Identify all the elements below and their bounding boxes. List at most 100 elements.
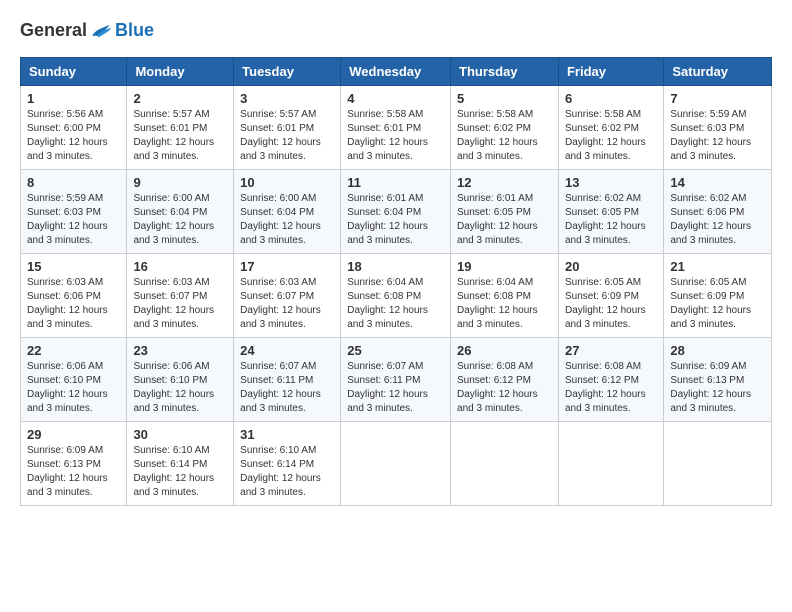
day-number: 6 — [565, 91, 657, 106]
day-info: Sunrise: 6:03 AM Sunset: 6:07 PM Dayligh… — [240, 276, 334, 332]
day-cell: 30 Sunrise: 6:10 AM Sunset: 6:14 PM Dayl… — [127, 422, 234, 506]
day-header-tuesday: Tuesday — [234, 58, 341, 86]
day-cell: 3 Sunrise: 5:57 AM Sunset: 6:01 PM Dayli… — [234, 86, 341, 170]
day-cell: 20 Sunrise: 6:05 AM Sunset: 6:09 PM Dayl… — [558, 254, 663, 338]
day-number: 17 — [240, 259, 334, 274]
day-cell: 21 Sunrise: 6:05 AM Sunset: 6:09 PM Dayl… — [664, 254, 772, 338]
day-info: Sunrise: 5:58 AM Sunset: 6:02 PM Dayligh… — [565, 108, 657, 164]
day-number: 23 — [133, 343, 227, 358]
day-info: Sunrise: 6:03 AM Sunset: 6:06 PM Dayligh… — [27, 276, 120, 332]
day-cell: 7 Sunrise: 5:59 AM Sunset: 6:03 PM Dayli… — [664, 86, 772, 170]
week-row-5: 29 Sunrise: 6:09 AM Sunset: 6:13 PM Dayl… — [21, 422, 772, 506]
day-info: Sunrise: 6:10 AM Sunset: 6:14 PM Dayligh… — [240, 444, 334, 500]
day-info: Sunrise: 5:57 AM Sunset: 6:01 PM Dayligh… — [133, 108, 227, 164]
day-info: Sunrise: 6:09 AM Sunset: 6:13 PM Dayligh… — [670, 360, 765, 416]
day-number: 12 — [457, 175, 552, 190]
day-number: 11 — [347, 175, 444, 190]
day-header-friday: Friday — [558, 58, 663, 86]
day-cell: 8 Sunrise: 5:59 AM Sunset: 6:03 PM Dayli… — [21, 170, 127, 254]
day-cell — [558, 422, 663, 506]
day-info: Sunrise: 6:06 AM Sunset: 6:10 PM Dayligh… — [27, 360, 120, 416]
day-info: Sunrise: 6:05 AM Sunset: 6:09 PM Dayligh… — [565, 276, 657, 332]
logo-bird-icon — [89, 21, 113, 41]
week-row-3: 15 Sunrise: 6:03 AM Sunset: 6:06 PM Dayl… — [21, 254, 772, 338]
day-number: 13 — [565, 175, 657, 190]
day-info: Sunrise: 5:58 AM Sunset: 6:02 PM Dayligh… — [457, 108, 552, 164]
day-info: Sunrise: 6:05 AM Sunset: 6:09 PM Dayligh… — [670, 276, 765, 332]
day-number: 4 — [347, 91, 444, 106]
day-cell: 14 Sunrise: 6:02 AM Sunset: 6:06 PM Dayl… — [664, 170, 772, 254]
days-header-row: SundayMondayTuesdayWednesdayThursdayFrid… — [21, 58, 772, 86]
day-cell: 22 Sunrise: 6:06 AM Sunset: 6:10 PM Dayl… — [21, 338, 127, 422]
day-info: Sunrise: 6:01 AM Sunset: 6:05 PM Dayligh… — [457, 192, 552, 248]
day-header-wednesday: Wednesday — [341, 58, 451, 86]
day-cell: 11 Sunrise: 6:01 AM Sunset: 6:04 PM Dayl… — [341, 170, 451, 254]
day-cell: 6 Sunrise: 5:58 AM Sunset: 6:02 PM Dayli… — [558, 86, 663, 170]
day-info: Sunrise: 6:00 AM Sunset: 6:04 PM Dayligh… — [240, 192, 334, 248]
day-info: Sunrise: 5:59 AM Sunset: 6:03 PM Dayligh… — [27, 192, 120, 248]
week-row-1: 1 Sunrise: 5:56 AM Sunset: 6:00 PM Dayli… — [21, 86, 772, 170]
day-info: Sunrise: 5:59 AM Sunset: 6:03 PM Dayligh… — [670, 108, 765, 164]
day-number: 24 — [240, 343, 334, 358]
day-number: 21 — [670, 259, 765, 274]
day-header-thursday: Thursday — [451, 58, 559, 86]
day-number: 19 — [457, 259, 552, 274]
day-info: Sunrise: 6:04 AM Sunset: 6:08 PM Dayligh… — [457, 276, 552, 332]
day-cell: 12 Sunrise: 6:01 AM Sunset: 6:05 PM Dayl… — [451, 170, 559, 254]
day-number: 20 — [565, 259, 657, 274]
day-cell: 25 Sunrise: 6:07 AM Sunset: 6:11 PM Dayl… — [341, 338, 451, 422]
day-info: Sunrise: 6:04 AM Sunset: 6:08 PM Dayligh… — [347, 276, 444, 332]
day-cell: 10 Sunrise: 6:00 AM Sunset: 6:04 PM Dayl… — [234, 170, 341, 254]
day-number: 31 — [240, 427, 334, 442]
header: General Blue — [20, 20, 772, 41]
day-number: 9 — [133, 175, 227, 190]
day-info: Sunrise: 6:02 AM Sunset: 6:05 PM Dayligh… — [565, 192, 657, 248]
week-row-4: 22 Sunrise: 6:06 AM Sunset: 6:10 PM Dayl… — [21, 338, 772, 422]
day-cell — [664, 422, 772, 506]
day-info: Sunrise: 6:06 AM Sunset: 6:10 PM Dayligh… — [133, 360, 227, 416]
day-number: 29 — [27, 427, 120, 442]
week-row-2: 8 Sunrise: 5:59 AM Sunset: 6:03 PM Dayli… — [21, 170, 772, 254]
day-cell: 18 Sunrise: 6:04 AM Sunset: 6:08 PM Dayl… — [341, 254, 451, 338]
day-number: 15 — [27, 259, 120, 274]
day-number: 2 — [133, 91, 227, 106]
day-cell: 17 Sunrise: 6:03 AM Sunset: 6:07 PM Dayl… — [234, 254, 341, 338]
day-number: 7 — [670, 91, 765, 106]
day-cell — [341, 422, 451, 506]
day-header-monday: Monday — [127, 58, 234, 86]
day-number: 5 — [457, 91, 552, 106]
day-info: Sunrise: 5:56 AM Sunset: 6:00 PM Dayligh… — [27, 108, 120, 164]
day-cell — [451, 422, 559, 506]
day-cell: 23 Sunrise: 6:06 AM Sunset: 6:10 PM Dayl… — [127, 338, 234, 422]
day-header-saturday: Saturday — [664, 58, 772, 86]
day-info: Sunrise: 5:58 AM Sunset: 6:01 PM Dayligh… — [347, 108, 444, 164]
day-info: Sunrise: 6:03 AM Sunset: 6:07 PM Dayligh… — [133, 276, 227, 332]
day-cell: 29 Sunrise: 6:09 AM Sunset: 6:13 PM Dayl… — [21, 422, 127, 506]
day-number: 10 — [240, 175, 334, 190]
day-number: 28 — [670, 343, 765, 358]
logo: General Blue — [20, 20, 154, 41]
day-cell: 19 Sunrise: 6:04 AM Sunset: 6:08 PM Dayl… — [451, 254, 559, 338]
day-number: 16 — [133, 259, 227, 274]
day-cell: 28 Sunrise: 6:09 AM Sunset: 6:13 PM Dayl… — [664, 338, 772, 422]
day-info: Sunrise: 6:09 AM Sunset: 6:13 PM Dayligh… — [27, 444, 120, 500]
day-cell: 5 Sunrise: 5:58 AM Sunset: 6:02 PM Dayli… — [451, 86, 559, 170]
day-number: 18 — [347, 259, 444, 274]
day-number: 26 — [457, 343, 552, 358]
day-info: Sunrise: 6:01 AM Sunset: 6:04 PM Dayligh… — [347, 192, 444, 248]
day-cell: 4 Sunrise: 5:58 AM Sunset: 6:01 PM Dayli… — [341, 86, 451, 170]
day-number: 22 — [27, 343, 120, 358]
day-cell: 31 Sunrise: 6:10 AM Sunset: 6:14 PM Dayl… — [234, 422, 341, 506]
day-header-sunday: Sunday — [21, 58, 127, 86]
day-cell: 24 Sunrise: 6:07 AM Sunset: 6:11 PM Dayl… — [234, 338, 341, 422]
day-info: Sunrise: 6:07 AM Sunset: 6:11 PM Dayligh… — [240, 360, 334, 416]
day-info: Sunrise: 6:00 AM Sunset: 6:04 PM Dayligh… — [133, 192, 227, 248]
day-info: Sunrise: 5:57 AM Sunset: 6:01 PM Dayligh… — [240, 108, 334, 164]
logo-blue: Blue — [115, 20, 154, 41]
day-cell: 26 Sunrise: 6:08 AM Sunset: 6:12 PM Dayl… — [451, 338, 559, 422]
day-number: 1 — [27, 91, 120, 106]
day-cell: 9 Sunrise: 6:00 AM Sunset: 6:04 PM Dayli… — [127, 170, 234, 254]
day-number: 3 — [240, 91, 334, 106]
calendar: SundayMondayTuesdayWednesdayThursdayFrid… — [20, 57, 772, 506]
day-cell: 16 Sunrise: 6:03 AM Sunset: 6:07 PM Dayl… — [127, 254, 234, 338]
